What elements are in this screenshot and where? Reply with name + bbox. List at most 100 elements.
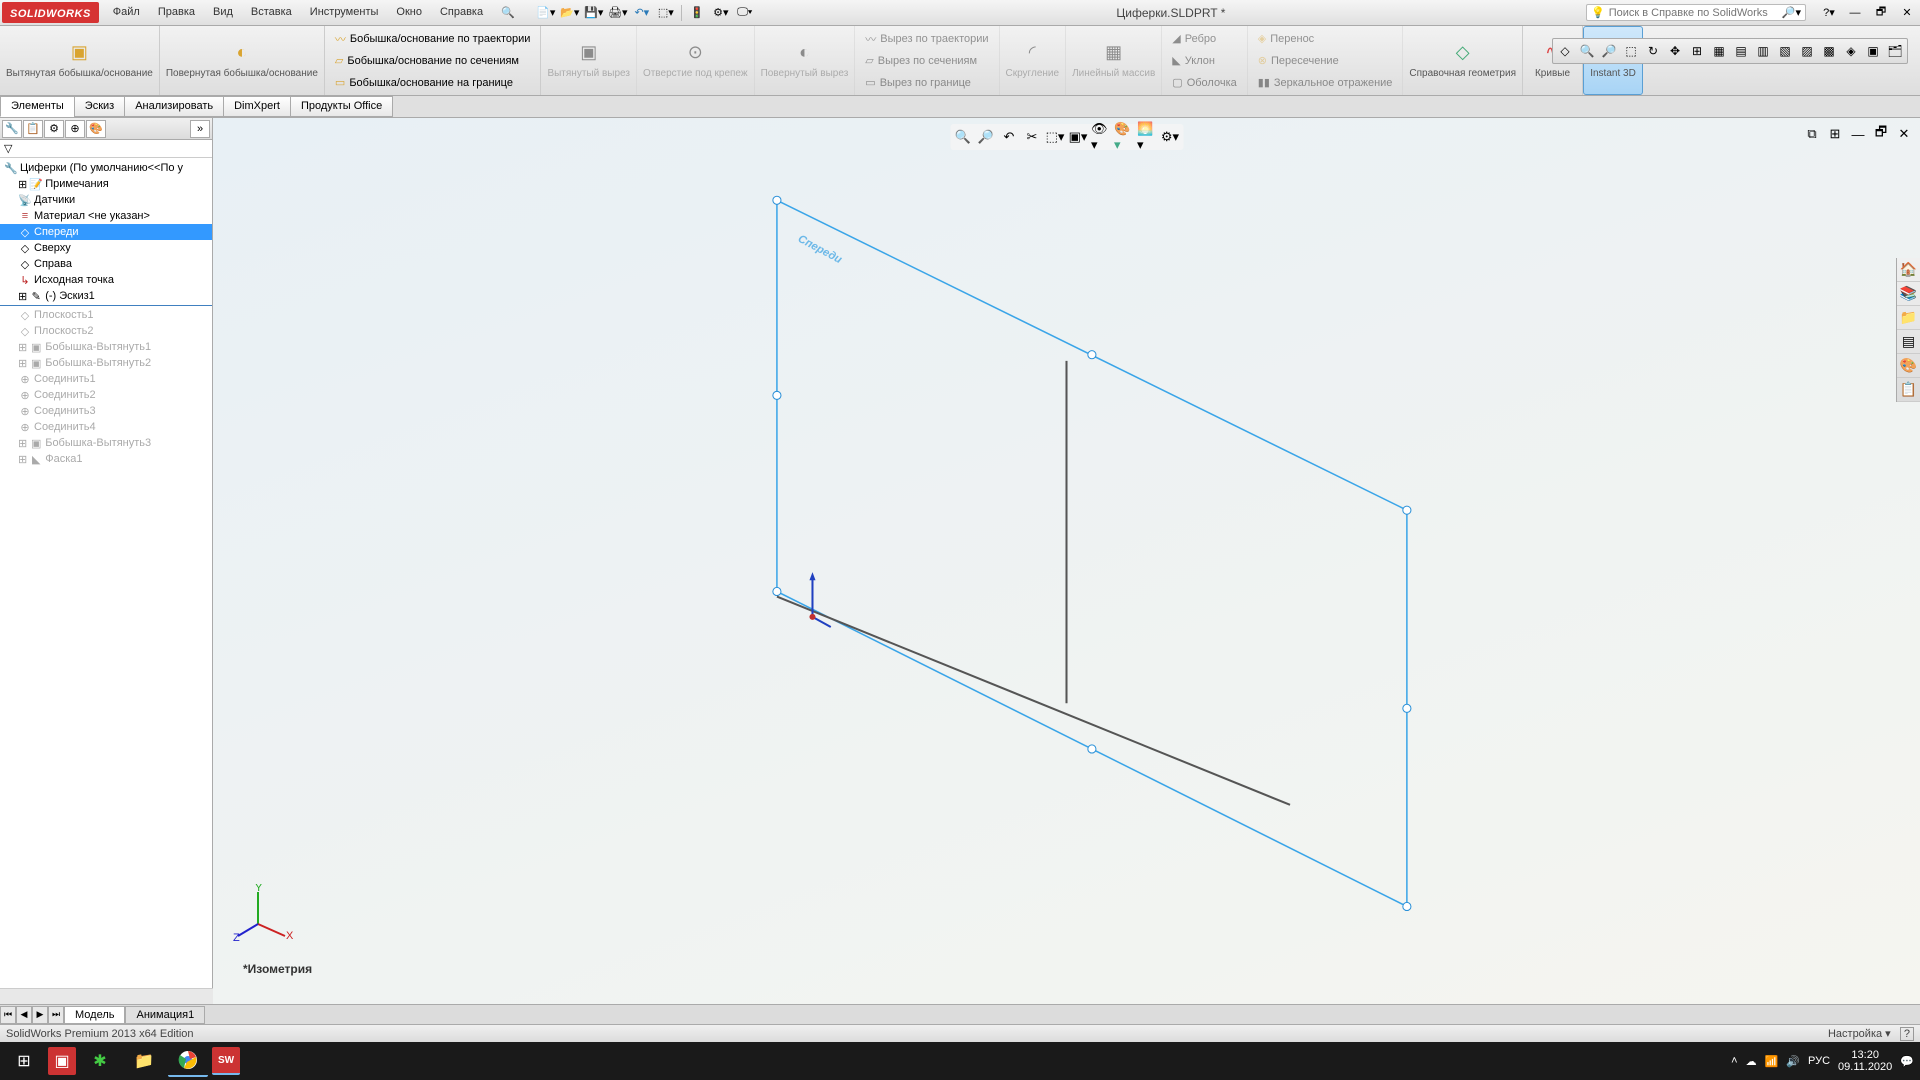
revolved-cut-button[interactable]: ◐ Повернутый вырез xyxy=(755,26,856,95)
tree-comb2[interactable]: ⊕Соединить2 xyxy=(0,387,212,403)
tb-ico-13[interactable]: ▩ xyxy=(1819,41,1839,61)
btab-last[interactable]: ⏭ xyxy=(48,1006,64,1024)
tb-ico-4[interactable]: ⬚ xyxy=(1621,41,1641,61)
swept-boss-button[interactable]: 〰Бобышка/основание по траектории xyxy=(329,28,537,50)
tb-ico-3[interactable]: 🔎 xyxy=(1599,41,1619,61)
tree-tab-display[interactable]: 🎨 xyxy=(86,120,106,138)
tree-sketch1[interactable]: ⊞✎(-) Эскиз1 xyxy=(0,288,212,304)
status-custom[interactable]: Настройка xyxy=(1828,1028,1882,1040)
taskpane-home-icon[interactable]: 🏠 xyxy=(1897,258,1920,282)
start-button[interactable]: ⊞ xyxy=(4,1045,44,1077)
select-icon[interactable]: ⬚▾ xyxy=(655,3,677,23)
taskpane-view-icon[interactable]: ▤ xyxy=(1897,330,1920,354)
draft-button[interactable]: ◣Уклон xyxy=(1166,50,1242,72)
tb-ico-2[interactable]: 🔍 xyxy=(1577,41,1597,61)
taskpane-property-icon[interactable]: 📋 xyxy=(1897,378,1920,402)
boundary-boss-button[interactable]: ▭Бобышка/основание на границе xyxy=(329,72,537,94)
tray-lang[interactable]: РУС xyxy=(1808,1055,1830,1067)
tb-ico-12[interactable]: ▨ xyxy=(1797,41,1817,61)
tree-origin[interactable]: ↳Исходная точка xyxy=(0,272,212,288)
menu-view[interactable]: Вид xyxy=(205,2,241,23)
tb-ico-11[interactable]: ▧ xyxy=(1775,41,1795,61)
extruded-cut-button[interactable]: ▣ Вытянутый вырез xyxy=(541,26,637,95)
help-icon[interactable]: ?▾ xyxy=(1818,3,1840,23)
close-icon[interactable]: ✕ xyxy=(1896,3,1918,23)
menu-tools[interactable]: Инструменты xyxy=(302,2,387,23)
search-go-icon[interactable]: 🔎▾ xyxy=(1782,6,1801,19)
tree-material[interactable]: ≡Материал <не указан> xyxy=(0,208,212,224)
tab-dimxpert[interactable]: DimXpert xyxy=(223,96,291,117)
task-chrome[interactable] xyxy=(168,1045,208,1077)
undo-icon[interactable]: ↶▾ xyxy=(631,3,653,23)
tree-comb4[interactable]: ⊕Соединить4 xyxy=(0,419,212,435)
tb-ico-1[interactable]: ◇ xyxy=(1555,41,1575,61)
extruded-boss-button[interactable]: ▣ Вытянутая бобышка/основание xyxy=(0,26,160,95)
intersect-button[interactable]: ⊗Пересечение xyxy=(1252,50,1399,72)
options-icon[interactable]: ⚙▾ xyxy=(710,3,732,23)
lofted-cut-button[interactable]: ▱Вырез по сечениям xyxy=(859,50,994,72)
taskpane-appearance-icon[interactable]: 🎨 xyxy=(1897,354,1920,378)
shell-button[interactable]: ▢Оболочка xyxy=(1166,72,1242,94)
tb-ico-8[interactable]: ▦ xyxy=(1709,41,1729,61)
save-icon[interactable]: 💾▾ xyxy=(583,3,605,23)
tb-ico-5[interactable]: ↻ xyxy=(1643,41,1663,61)
search-input[interactable] xyxy=(1609,7,1778,19)
rebuild-icon[interactable]: 🚦 xyxy=(686,3,708,23)
boundary-cut-button[interactable]: ▭Вырез по границе xyxy=(859,72,994,94)
tree-tab-feature[interactable]: 🔧 xyxy=(2,120,22,138)
new-doc-icon[interactable]: 📄▾ xyxy=(535,3,557,23)
screen-capture-icon[interactable]: 🖵▾ xyxy=(734,3,756,23)
tree-boss2[interactable]: ⊞▣Бобышка-Вытянуть2 xyxy=(0,355,212,371)
rollback-bar[interactable] xyxy=(0,305,212,306)
tab-evaluate[interactable]: Анализировать xyxy=(124,96,224,117)
help-search[interactable]: 💡 🔎▾ xyxy=(1586,4,1806,21)
tab-office[interactable]: Продукты Office xyxy=(290,96,393,117)
tray-wifi-icon[interactable]: 📶 xyxy=(1765,1055,1779,1068)
tray-volume-icon[interactable]: 🔊 xyxy=(1786,1055,1800,1068)
btab-animation[interactable]: Анимация1 xyxy=(125,1006,205,1024)
tree-tab-property[interactable]: 📋 xyxy=(23,120,43,138)
tree-plane1[interactable]: ◇Плоскость1 xyxy=(0,307,212,323)
restore-icon[interactable]: 🗗 xyxy=(1870,3,1892,23)
task-explorer[interactable]: 📁 xyxy=(124,1045,164,1077)
fillet-button[interactable]: ◜ Скругление xyxy=(1000,26,1067,95)
tray-chevron-icon[interactable]: ˄ xyxy=(1731,1055,1737,1067)
minimize-icon[interactable]: — xyxy=(1844,3,1866,23)
taskpane-library-icon[interactable]: 📚 xyxy=(1897,282,1920,306)
tb-ico-9[interactable]: ▤ xyxy=(1731,41,1751,61)
menu-file[interactable]: Файл xyxy=(105,2,148,23)
menu-help[interactable]: Справка xyxy=(432,2,491,23)
tree-root[interactable]: 🔧Циферки (По умолчанию<<По у xyxy=(0,160,212,176)
tree-comb3[interactable]: ⊕Соединить3 xyxy=(0,403,212,419)
btab-first[interactable]: ⏮ xyxy=(0,1006,16,1024)
wrap-button[interactable]: ◈Перенос xyxy=(1252,28,1399,50)
tree-comb1[interactable]: ⊕Соединить1 xyxy=(0,371,212,387)
tb-ico-16[interactable]: 🗂 xyxy=(1885,41,1905,61)
swept-cut-button[interactable]: 〰Вырез по траектории xyxy=(859,28,994,50)
tb-ico-15[interactable]: ▣ xyxy=(1863,41,1883,61)
hole-wizard-button[interactable]: ⊙ Отверстие под крепеж xyxy=(637,26,755,95)
taskpane-file-icon[interactable]: 📁 xyxy=(1897,306,1920,330)
tree-top-plane[interactable]: ◇Сверху xyxy=(0,240,212,256)
tree-annotations[interactable]: ⊞📝Примечания xyxy=(0,176,212,192)
tb-ico-7[interactable]: ⊞ xyxy=(1687,41,1707,61)
tree-right-plane[interactable]: ◇Справа xyxy=(0,256,212,272)
tree-sensors[interactable]: 📡Датчики xyxy=(0,192,212,208)
tb-ico-10[interactable]: ▥ xyxy=(1753,41,1773,61)
print-icon[interactable]: 🖨▾ xyxy=(607,3,629,23)
menu-edit[interactable]: Правка xyxy=(150,2,203,23)
tree-boss3[interactable]: ⊞▣Бобышка-Вытянуть3 xyxy=(0,435,212,451)
ref-geometry-button[interactable]: ◇ Справочная геометрия xyxy=(1403,26,1523,95)
tab-features[interactable]: Элементы xyxy=(0,96,75,117)
menu-window[interactable]: Окно xyxy=(388,2,430,23)
tree-filter[interactable]: ▽ xyxy=(0,140,212,158)
tree-tab-expand[interactable]: » xyxy=(190,120,210,138)
mirror-button[interactable]: ▮▮Зеркальное отражение xyxy=(1252,72,1399,94)
task-solidworks[interactable]: SW xyxy=(212,1047,240,1075)
tree-boss1[interactable]: ⊞▣Бобышка-Вытянуть1 xyxy=(0,339,212,355)
tray-clock[interactable]: 13:2009.11.2020 xyxy=(1838,1049,1892,1073)
tree-chamfer1[interactable]: ⊞◣Фаска1 xyxy=(0,451,212,467)
task-app-1[interactable]: ▣ xyxy=(48,1047,76,1075)
tb-ico-14[interactable]: ◈ xyxy=(1841,41,1861,61)
viewport[interactable]: 🔍 🔎 ↶ ✂ ⬚▾ ▣▾ 👁▾ 🎨▾ 🌅▾ ⚙▾ ⧉ ⊞ — 🗗 ✕ xyxy=(213,118,1920,1004)
